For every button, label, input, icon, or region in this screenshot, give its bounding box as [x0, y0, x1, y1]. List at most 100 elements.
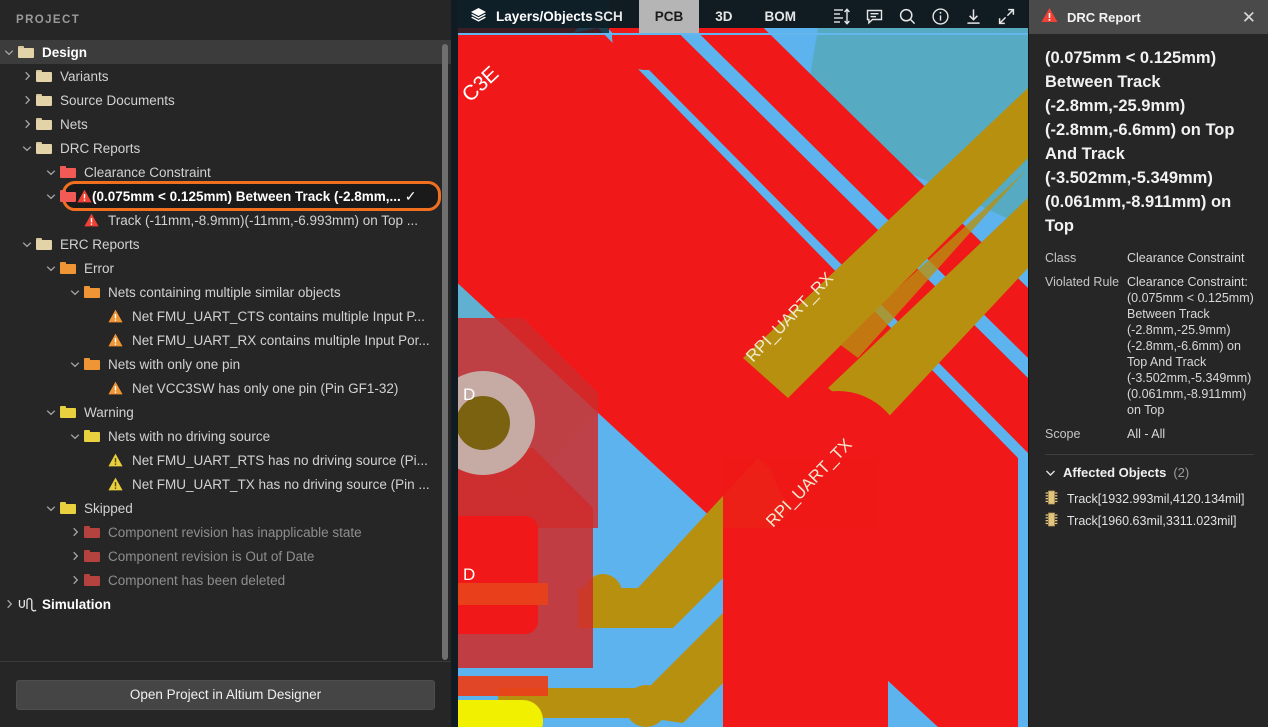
tree-item-label: Clearance Constraint — [84, 164, 211, 180]
drc-violation-title: (0.075mm < 0.125mm) Between Track (-2.8m… — [1045, 49, 1235, 235]
tree-item[interactable]: Net FMU_UART_CTS contains multiple Input… — [0, 304, 451, 328]
tree-item-label: Nets — [60, 116, 88, 132]
chevron-right-icon[interactable] — [18, 95, 36, 105]
project-sidebar: PROJECT Design Variants Source Documents Ne… — [0, 0, 451, 727]
project-tree-scroll-area[interactable]: Design Variants Source Documents Nets DRC Re… — [0, 40, 451, 661]
tree-item[interactable]: Net FMU_UART_RX contains multiple Input … — [0, 328, 451, 352]
tree-item-label: Nets with only one pin — [108, 356, 241, 372]
tree-item[interactable]: Skipped — [0, 496, 451, 520]
chevron-down-icon[interactable] — [42, 169, 60, 176]
tree-item-label: DRC Reports — [60, 140, 141, 156]
tree-item-label: Net FMU_UART_TX has no driving source (P… — [132, 476, 430, 492]
tree-item[interactable]: Variants — [0, 64, 451, 88]
pcb-canvas[interactable]: C3E RPI_UART_RX RPI_UART_TX D D — [458, 28, 1028, 727]
drc-scope-row: Scope All - All — [1045, 426, 1254, 442]
drc-violated-rule-value: Clearance Constraint: (0.075mm < 0.125mm… — [1127, 275, 1254, 417]
tab-sch[interactable]: SCH — [578, 0, 639, 33]
chevron-down-icon[interactable] — [42, 193, 60, 200]
tree-item-label: Nets with no driving source — [108, 428, 271, 444]
chevron-down-icon[interactable] — [42, 265, 60, 272]
chevron-down-icon[interactable] — [66, 433, 84, 440]
sidebar-footer: Open Project in Altium Designer — [0, 661, 451, 727]
tree-item-label: (0.075mm < 0.125mm) Between Track (-2.8m… — [92, 188, 401, 204]
tree-item[interactable]: Nets with no driving source — [0, 424, 451, 448]
affected-object-row[interactable]: Track[1932.993mil,4120.134mil] — [1045, 488, 1254, 510]
fullscreen-icon[interactable] — [997, 7, 1016, 26]
tree-item[interactable]: Warning — [0, 400, 451, 424]
tree-item[interactable]: Design — [0, 40, 451, 64]
tree-item[interactable]: Source Documents — [0, 88, 451, 112]
tree-item[interactable]: Nets with only one pin — [0, 352, 451, 376]
warn-yellow-icon — [108, 477, 130, 491]
track-chip-icon — [1045, 512, 1058, 530]
drc-report-panel-header: DRC Report ✕ — [1029, 0, 1268, 34]
tree-item[interactable]: Component has been deleted — [0, 568, 451, 592]
pcb-viewport[interactable]: C3E RPI_UART_RX RPI_UART_TX D D Layers/O… — [451, 0, 1028, 727]
chevron-down-icon[interactable] — [42, 505, 60, 512]
tree-item[interactable]: Net VCC3SW has only one pin (Pin GF1-32) — [0, 376, 451, 400]
chevron-down-icon[interactable] — [0, 49, 18, 56]
chevron-right-icon[interactable] — [66, 551, 84, 561]
pcb-tab-underline — [458, 33, 1028, 35]
tree-item[interactable]: Net FMU_UART_RTS has no driving source (… — [0, 448, 451, 472]
chevron-down-icon — [1045, 465, 1056, 480]
chevron-right-icon[interactable] — [66, 575, 84, 585]
tree-item[interactable]: Simulation — [0, 592, 451, 616]
drc-class-label: Class — [1045, 251, 1077, 265]
warn-yellow-icon — [108, 453, 130, 467]
chevron-down-icon[interactable] — [18, 145, 36, 152]
tree-item[interactable]: ERC Reports — [0, 232, 451, 256]
folder-cream-icon — [18, 46, 40, 58]
tree-item-label: Warning — [84, 404, 134, 420]
tree-item-label: Component revision has inapplicable stat… — [108, 524, 362, 540]
folder-cream-icon — [36, 142, 58, 154]
tree-item-label: Skipped — [84, 500, 133, 516]
tree-item-label: Component has been deleted — [108, 572, 286, 588]
tree-item[interactable]: Track (-11mm,-8.9mm)(-11mm,-6.993mm) on … — [0, 208, 451, 232]
close-icon[interactable]: ✕ — [1238, 7, 1260, 28]
drc-divider — [1045, 454, 1254, 455]
warning-triangle-icon — [1041, 7, 1058, 28]
tree-item-label: Design — [42, 44, 88, 60]
chevron-right-icon[interactable] — [18, 71, 36, 81]
download-icon[interactable] — [964, 7, 983, 26]
tree-item[interactable]: Component revision is Out of Date — [0, 544, 451, 568]
warn-orange-icon — [108, 309, 130, 323]
affected-object-row[interactable]: Track[1960.63mil,3311.023mil] — [1045, 510, 1254, 532]
comment-icon[interactable] — [865, 7, 884, 26]
tree-item[interactable]: DRC Reports — [0, 136, 451, 160]
folder-orange-icon — [84, 286, 106, 298]
tree-item-selected-violation[interactable]: (0.075mm < 0.125mm) Between Track (-2.8m… — [62, 181, 441, 211]
simulation-waveform-icon — [18, 597, 40, 612]
folder-darkred-icon — [84, 550, 106, 562]
info-icon[interactable] — [931, 7, 950, 26]
folder-yellow-icon — [60, 502, 82, 514]
chevron-right-icon[interactable] — [66, 527, 84, 537]
tree-item[interactable]: Nets — [0, 112, 451, 136]
checkmark-icon: ✓ — [404, 187, 417, 204]
tab-pcb[interactable]: PCB — [638, 0, 700, 33]
folder-cream-icon — [36, 94, 58, 106]
tree-item[interactable]: Nets containing multiple similar objects — [0, 280, 451, 304]
chevron-down-icon[interactable] — [18, 241, 36, 248]
drc-report-body: (0.075mm < 0.125mm) Between Track (-2.8m… — [1029, 34, 1268, 727]
tab-bom[interactable]: BOM — [749, 0, 813, 33]
open-project-in-altium-designer-button[interactable]: Open Project in Altium Designer — [16, 679, 435, 710]
chevron-right-icon[interactable] — [18, 119, 36, 129]
drc-scope-label: Scope — [1045, 427, 1081, 441]
chevron-down-icon[interactable] — [42, 409, 60, 416]
chevron-right-icon[interactable] — [0, 599, 18, 609]
tab-3d[interactable]: 3D — [699, 0, 748, 33]
affected-objects-header[interactable]: Affected Objects (2) — [1045, 465, 1254, 480]
tree-item[interactable]: Net FMU_UART_TX has no driving source (P… — [0, 472, 451, 496]
measure-icon[interactable] — [832, 7, 851, 26]
toolbar-icon-group — [812, 0, 1028, 33]
search-icon[interactable] — [898, 7, 917, 26]
sidebar-scrollbar[interactable] — [442, 44, 448, 660]
folder-red-icon — [60, 166, 82, 178]
tree-item[interactable]: Error — [0, 256, 451, 280]
chevron-down-icon[interactable] — [66, 289, 84, 296]
chevron-down-icon[interactable] — [66, 361, 84, 368]
tree-item[interactable]: Component revision has inapplicable stat… — [0, 520, 451, 544]
affected-object-label: Track[1932.993mil,4120.134mil] — [1067, 492, 1245, 506]
